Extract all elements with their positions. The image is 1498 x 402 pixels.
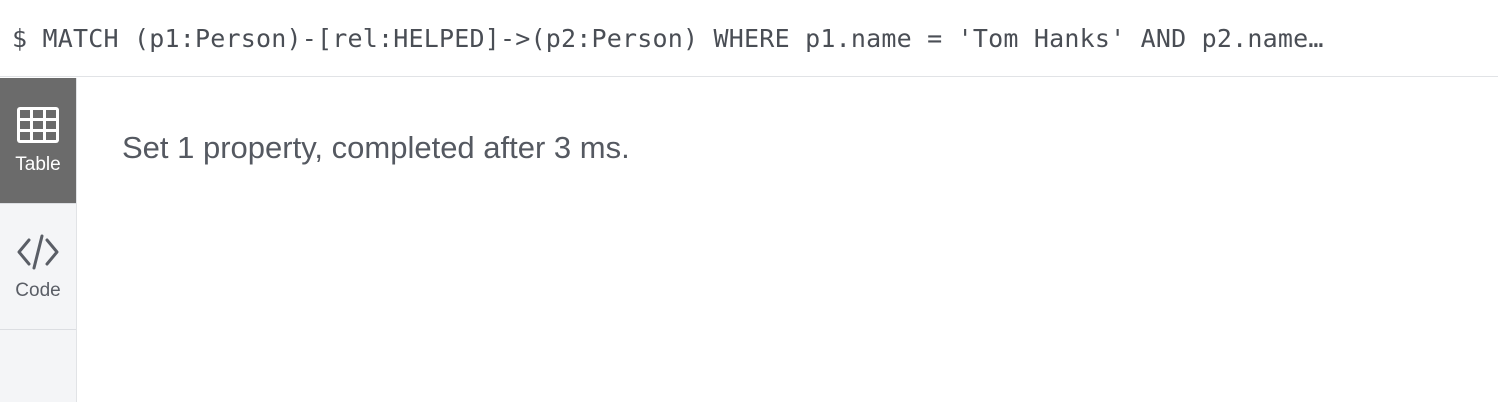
query-bar[interactable]: $ MATCH (p1:Person)-[rel:HELPED]->(p2:Pe… (0, 0, 1498, 77)
result-content: Set 1 property, completed after 3 ms. (78, 78, 1498, 402)
tab-table-label: Table (15, 153, 61, 175)
tab-table[interactable]: Table (0, 78, 76, 204)
query-text[interactable]: $ MATCH (p1:Person)-[rel:HELPED]->(p2:Pe… (12, 24, 1484, 53)
table-icon (17, 106, 59, 143)
view-sidebar: Table Code (0, 78, 77, 402)
status-message: Set 1 property, completed after 3 ms. (122, 130, 630, 165)
tab-code-label: Code (15, 279, 61, 301)
code-icon (17, 234, 59, 269)
result-frame: $ MATCH (p1:Person)-[rel:HELPED]->(p2:Pe… (0, 0, 1498, 402)
tab-code[interactable]: Code (0, 204, 76, 330)
